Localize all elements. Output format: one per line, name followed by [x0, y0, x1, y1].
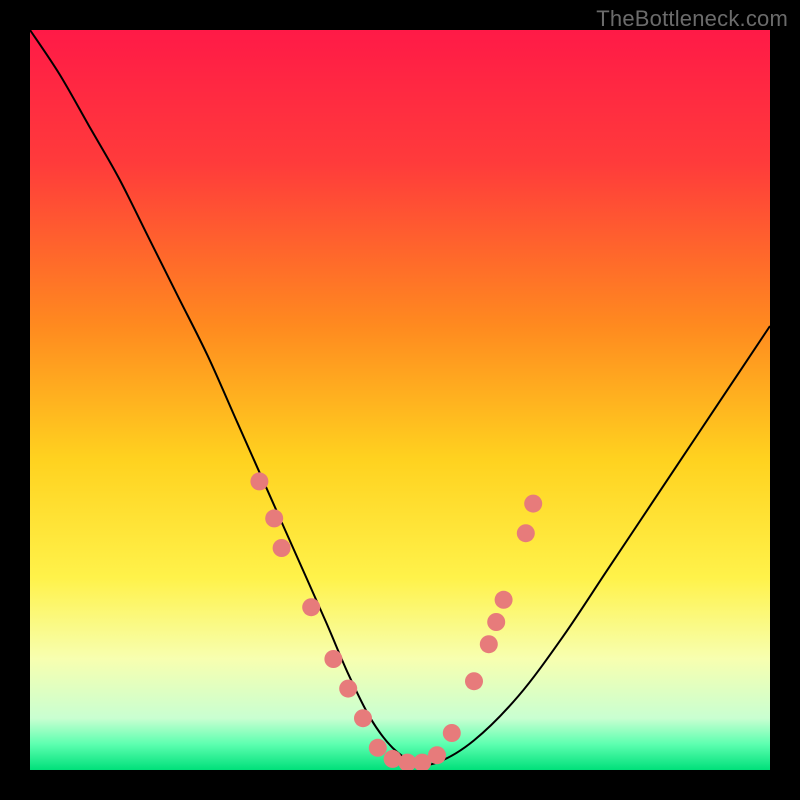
curve-marker [524, 495, 542, 513]
curve-layer [30, 30, 770, 770]
curve-marker [495, 591, 513, 609]
curve-marker [354, 709, 372, 727]
curve-marker [369, 739, 387, 757]
curve-marker [273, 539, 291, 557]
curve-marker [443, 724, 461, 742]
curve-marker [302, 598, 320, 616]
curve-markers [250, 472, 542, 770]
curve-marker [480, 635, 498, 653]
curve-marker [517, 524, 535, 542]
plot-area [30, 30, 770, 770]
curve-marker [265, 509, 283, 527]
curve-marker [339, 680, 357, 698]
watermark-text: TheBottleneck.com [596, 6, 788, 32]
chart-frame: TheBottleneck.com [0, 0, 800, 800]
curve-marker [428, 746, 446, 764]
bottleneck-curve [30, 30, 770, 765]
curve-marker [250, 472, 268, 490]
curve-marker [324, 650, 342, 668]
curve-marker [487, 613, 505, 631]
curve-marker [465, 672, 483, 690]
